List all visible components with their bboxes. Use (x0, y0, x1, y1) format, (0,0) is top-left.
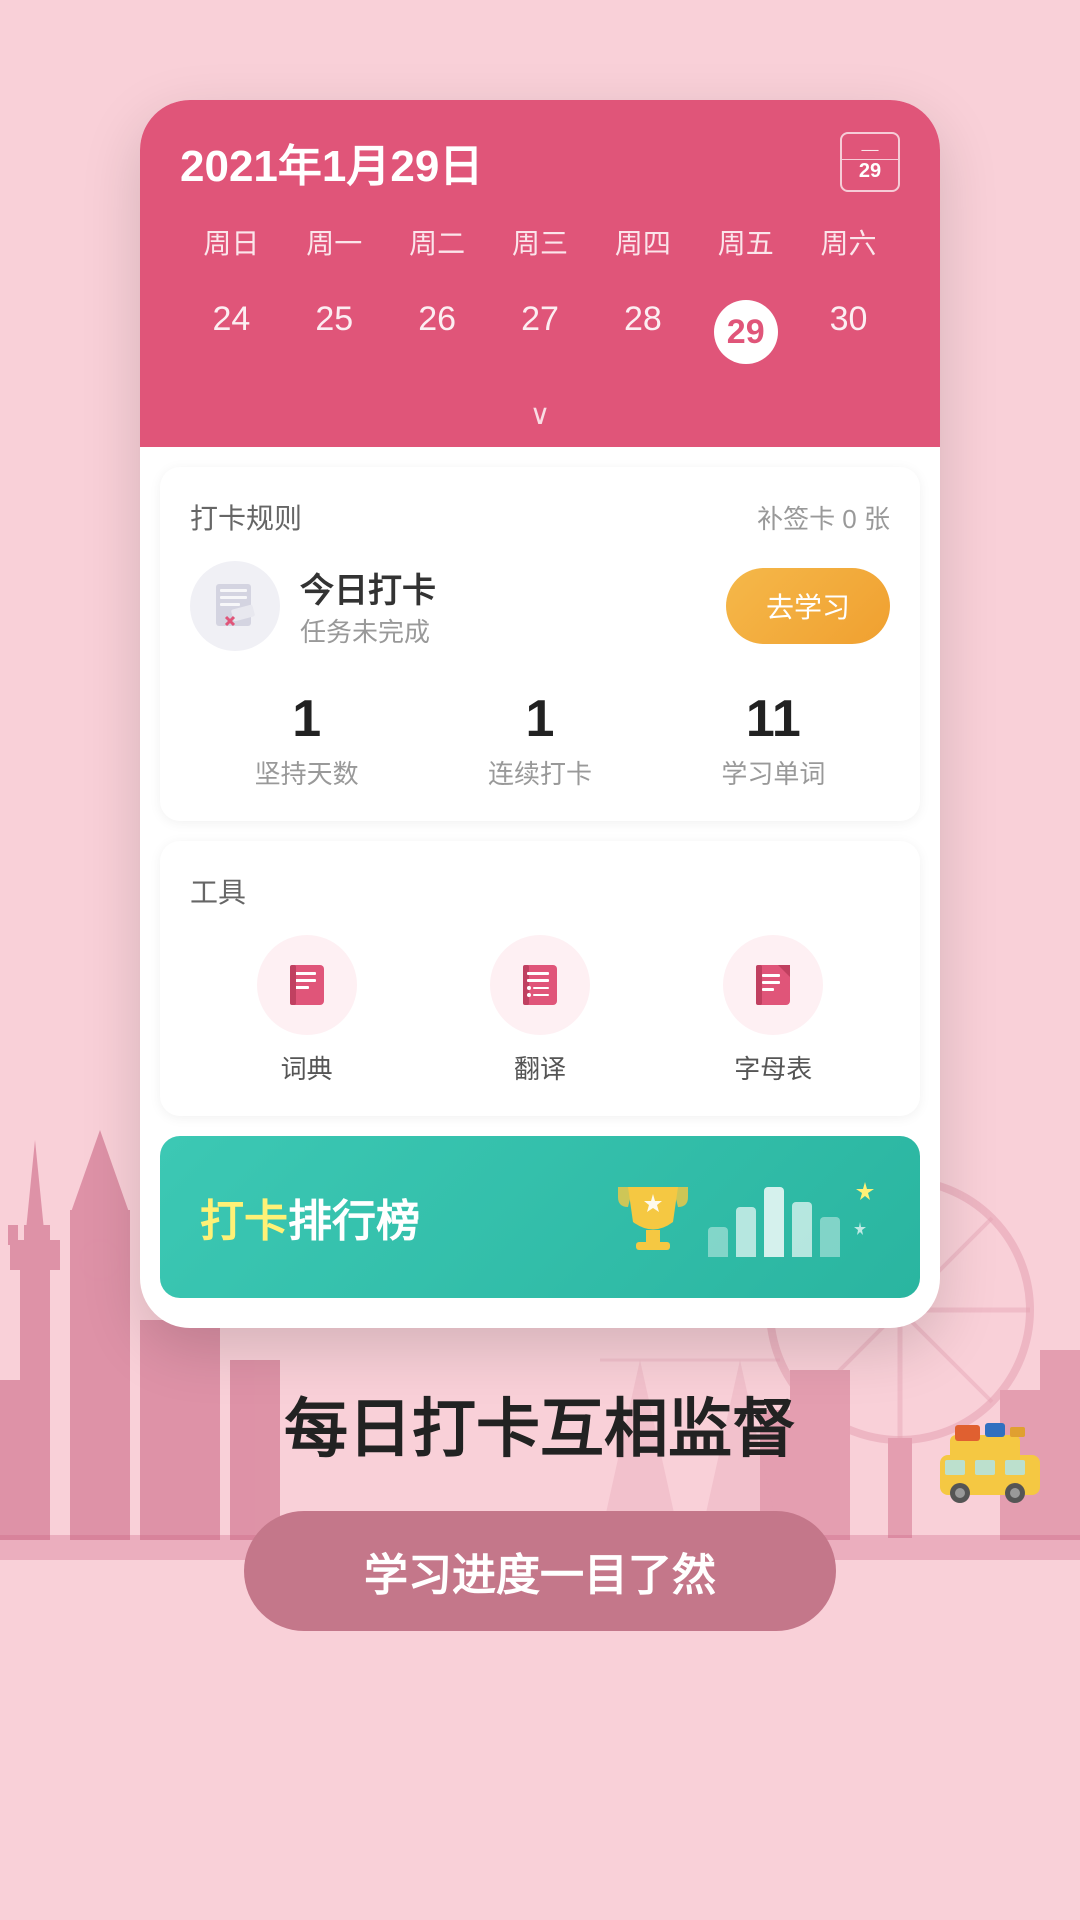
checkin-rules-header: 打卡规则 补签卡 0 张 (190, 497, 890, 537)
date-28[interactable]: 28 (591, 286, 694, 378)
phone-card: 2021年1月29日 ── 29 周日 周一 周二 周三 周四 周五 周六 24… (140, 100, 940, 1328)
dictionary-icon-wrap (257, 935, 357, 1035)
weekday-wed: 周三 (489, 214, 592, 270)
weekday-fri: 周五 (694, 214, 797, 270)
tool-translate-label: 翻译 (514, 1049, 566, 1086)
ranking-text: 打卡排行榜 (200, 1185, 420, 1249)
checkin-card: 打卡规则 补签卡 0 张 (160, 467, 920, 821)
date-30[interactable]: 30 (797, 286, 900, 378)
weekday-thu: 周四 (591, 214, 694, 270)
ranking-right (608, 1172, 880, 1262)
supplement-label: 补签卡 0 张 (757, 499, 890, 536)
tools-card: 工具 词典 (160, 841, 920, 1116)
dates-row: 24 25 26 27 28 29 30 (180, 286, 900, 388)
bottom-headline: 每日打卡互相监督 (244, 1388, 836, 1471)
stat-number-3: 11 (721, 691, 825, 748)
stat-number-1: 1 (255, 691, 359, 748)
stat-label-2: 连续打卡 (488, 754, 592, 791)
stat-label-3: 学习单词 (721, 754, 825, 791)
calendar-section: 2021年1月29日 ── 29 周日 周一 周二 周三 周四 周五 周六 24… (140, 100, 940, 447)
stat-number-2: 1 (488, 691, 592, 748)
tool-alphabet[interactable]: 字母表 (723, 935, 823, 1086)
alphabet-icon-wrap (723, 935, 823, 1035)
stat-persist-days: 1 坚持天数 (255, 691, 359, 791)
checkin-icon-wrap (190, 561, 280, 651)
bar-chart-decoration (708, 1177, 840, 1257)
ranking-highlight: 打卡 (200, 1197, 288, 1246)
tool-dictionary-label: 词典 (281, 1049, 333, 1086)
bottom-section: 每日打卡互相监督 学习进度一目了然 (164, 1328, 916, 1671)
cta-button[interactable]: 学习进度一目了然 (244, 1511, 836, 1631)
chevron-down-icon: ∨ (530, 399, 551, 430)
taxi-decoration (930, 1415, 1050, 1510)
weekday-sat: 周六 (797, 214, 900, 270)
calendar-icon[interactable]: ── 29 (840, 132, 900, 192)
weekdays-row: 周日 周一 周二 周三 周四 周五 周六 (180, 214, 900, 270)
checkin-today-title: 今日打卡 (300, 563, 436, 612)
date-26[interactable]: 26 (386, 286, 489, 378)
tool-translate[interactable]: 翻译 (490, 935, 590, 1086)
stats-row: 1 坚持天数 1 连续打卡 11 学习单词 (190, 681, 890, 791)
checkin-rules-label: 打卡规则 (190, 497, 302, 537)
checkin-today-left: 今日打卡 任务未完成 (190, 561, 436, 651)
chevron-row[interactable]: ∨ (180, 388, 900, 447)
date-27[interactable]: 27 (489, 286, 592, 378)
stat-words: 11 学习单词 (721, 691, 825, 791)
calendar-title: 2021年1月29日 (180, 130, 483, 194)
stat-consecutive: 1 连续打卡 (488, 691, 592, 791)
ranking-normal: 排行榜 (288, 1197, 420, 1246)
date-25[interactable]: 25 (283, 286, 386, 378)
tools-title: 工具 (190, 871, 890, 911)
tools-grid: 词典 (190, 935, 890, 1086)
checkin-today-subtitle: 任务未完成 (300, 612, 436, 649)
main-wrapper: 2021年1月29日 ── 29 周日 周一 周二 周三 周四 周五 周六 24… (0, 0, 1080, 1671)
tool-dictionary[interactable]: 词典 (257, 935, 357, 1086)
checkin-today-row: 今日打卡 任务未完成 去学习 (190, 561, 890, 651)
stat-label-1: 坚持天数 (255, 754, 359, 791)
weekday-mon: 周一 (283, 214, 386, 270)
go-study-button[interactable]: 去学习 (726, 568, 890, 644)
weekday-tue: 周二 (386, 214, 489, 270)
tool-alphabet-label: 字母表 (734, 1049, 812, 1086)
ranking-banner[interactable]: 打卡排行榜 (160, 1136, 920, 1298)
checkin-today-info: 今日打卡 任务未完成 (300, 563, 436, 649)
weekday-sun: 周日 (180, 214, 283, 270)
translate-icon-wrap (490, 935, 590, 1035)
date-29[interactable]: 29 (694, 286, 797, 378)
date-24[interactable]: 24 (180, 286, 283, 378)
